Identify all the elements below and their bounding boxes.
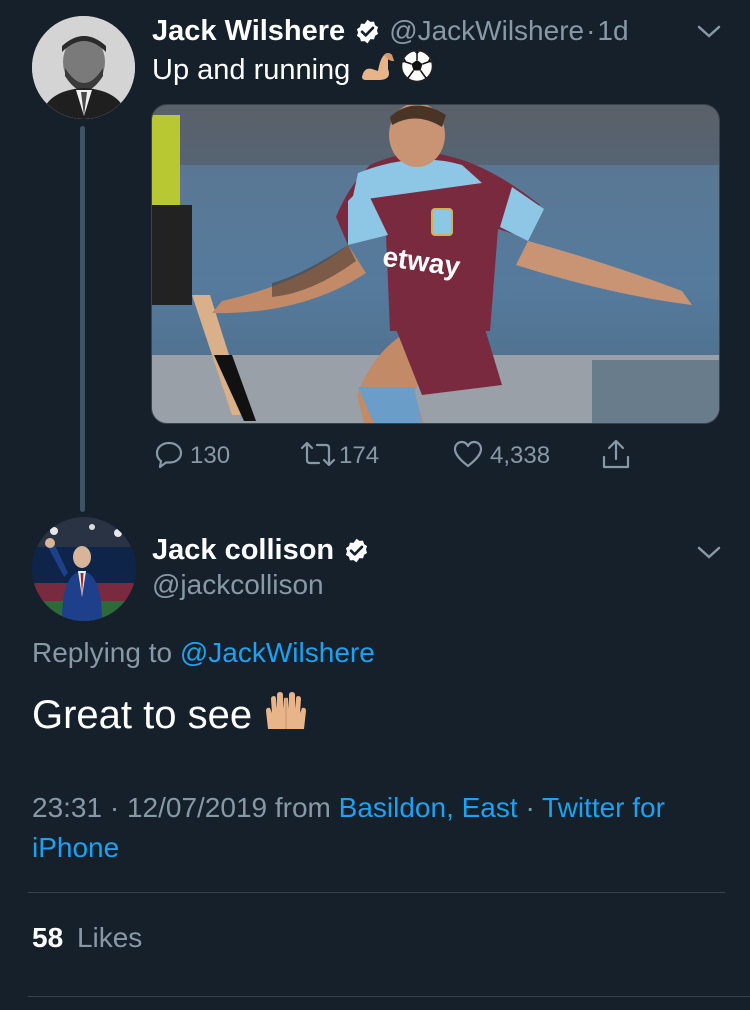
reply-display-name[interactable]: Jack collison: [152, 534, 334, 567]
parent-tweet-header: Jack Wilshere @JackWilshere · 1d: [152, 12, 629, 50]
like-count: 4,338: [490, 442, 551, 469]
parent-timestamp[interactable]: 1d: [597, 15, 628, 47]
replying-to-mention[interactable]: @JackWilshere: [180, 637, 375, 668]
jack-collison-avatar[interactable]: [32, 517, 136, 621]
tweet-metadata: 23:31 · 12/07/2019 from Basildon, East ·…: [32, 788, 712, 868]
retweet-icon: [299, 439, 337, 474]
reply-button[interactable]: 130: [154, 438, 230, 474]
chevron-down-icon[interactable]: [696, 545, 722, 561]
separator-dot: ·: [586, 15, 596, 46]
like-button[interactable]: 4,338: [452, 438, 550, 474]
retweet-count: 174: [339, 442, 380, 469]
parent-tweet-text: Up and running: [152, 53, 351, 86]
divider: [28, 996, 750, 997]
parent-tweet-text-row: Up and running: [152, 49, 434, 91]
reply-count: 130: [190, 442, 231, 469]
likes-count: 58: [32, 922, 64, 953]
reply-tweet-text: Great to see: [32, 692, 253, 737]
chevron-down-icon[interactable]: [696, 24, 722, 40]
flexed-biceps-emoji-icon: [358, 49, 398, 91]
soccer-ball-emoji-icon: [400, 49, 434, 91]
tweet-timestamp: 23:31 · 12/07/2019 from: [32, 792, 331, 823]
thread-line: [80, 126, 85, 512]
parent-handle[interactable]: @JackWilshere: [389, 15, 584, 47]
location-link[interactable]: Basildon, East: [339, 792, 518, 823]
meta-separator: ·: [525, 792, 535, 823]
reply-tweet-text-row: Great to see: [32, 688, 310, 742]
retweet-button[interactable]: 174: [299, 438, 379, 474]
share-button[interactable]: [600, 438, 632, 474]
verified-badge-icon: [354, 18, 381, 45]
parent-display-name[interactable]: Jack Wilshere: [152, 15, 345, 48]
likes-label: Likes: [76, 922, 143, 953]
raising-hands-emoji-icon: [262, 689, 310, 741]
reply-handle[interactable]: @jackcollison: [152, 566, 324, 604]
reply-icon: [154, 439, 184, 474]
verified-badge-icon: [343, 537, 370, 564]
reply-tweet-header: Jack collison: [152, 530, 378, 570]
likes-summary[interactable]: 58 Likes: [32, 918, 142, 958]
tweet-media-image[interactable]: etway: [151, 104, 720, 424]
share-icon: [600, 437, 632, 476]
replying-prefix: Replying to: [32, 637, 173, 668]
replying-to-line: Replying to @JackWilshere: [32, 634, 375, 672]
heart-icon: [452, 439, 484, 474]
jack-wilshere-avatar[interactable]: [32, 16, 135, 119]
divider: [28, 892, 725, 893]
